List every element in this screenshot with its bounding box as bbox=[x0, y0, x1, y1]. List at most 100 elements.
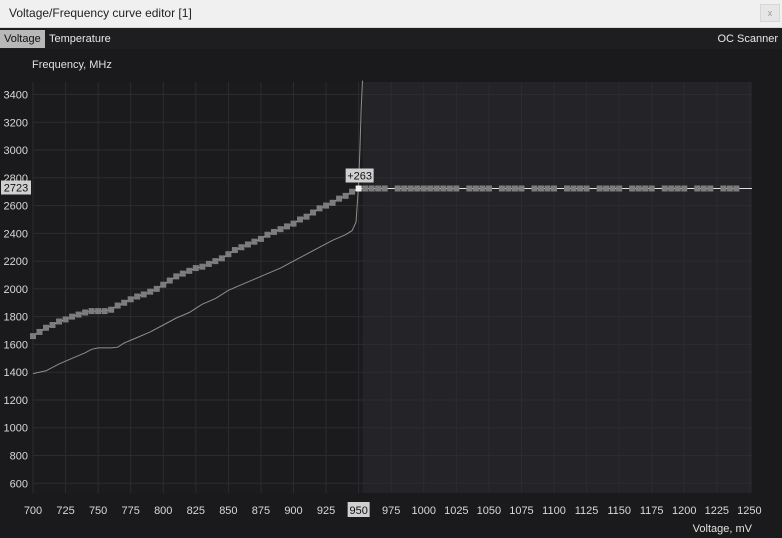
curve-point-handle[interactable] bbox=[407, 185, 414, 192]
curve-point-handle[interactable] bbox=[192, 265, 199, 272]
curve-point-handle[interactable] bbox=[49, 321, 56, 328]
curve-point-handle[interactable] bbox=[140, 291, 147, 298]
curve-point-handle[interactable] bbox=[205, 260, 212, 267]
curve-point-handle[interactable] bbox=[43, 324, 50, 331]
curve-point-handle[interactable] bbox=[349, 188, 356, 195]
curve-point-handle[interactable] bbox=[642, 185, 649, 192]
curve-point-handle[interactable] bbox=[564, 185, 571, 192]
curve-point-handle[interactable] bbox=[472, 185, 479, 192]
curve-point-handle[interactable] bbox=[707, 185, 714, 192]
curve-point-handle[interactable] bbox=[401, 185, 408, 192]
curve-point-handle[interactable] bbox=[446, 185, 453, 192]
curve-point-handle[interactable] bbox=[485, 185, 492, 192]
curve-point-handle[interactable] bbox=[179, 270, 186, 277]
curve-point-handle[interactable] bbox=[297, 216, 304, 223]
curve-point-handle[interactable] bbox=[427, 185, 434, 192]
curve-point-handle[interactable] bbox=[114, 302, 121, 309]
curve-point-handle[interactable] bbox=[56, 318, 63, 325]
curve-point-handle[interactable] bbox=[323, 202, 330, 209]
curve-point-handle[interactable] bbox=[375, 185, 382, 192]
curve-point-handle[interactable] bbox=[88, 308, 95, 315]
curve-point-handle[interactable] bbox=[238, 244, 245, 251]
curve-point-handle[interactable] bbox=[694, 185, 701, 192]
curve-point-handle[interactable] bbox=[310, 209, 317, 216]
curve-point-handle[interactable] bbox=[147, 288, 154, 295]
curve-point-handle[interactable] bbox=[153, 285, 160, 292]
curve-point-handle[interactable] bbox=[173, 273, 180, 280]
curve-point-handle[interactable] bbox=[681, 185, 688, 192]
curve-point-handle[interactable] bbox=[726, 185, 733, 192]
curve-point-handle[interactable] bbox=[166, 277, 173, 284]
curve-point-handle[interactable] bbox=[570, 185, 577, 192]
curve-point-handle[interactable] bbox=[69, 313, 76, 320]
curve-point-handle[interactable] bbox=[674, 185, 681, 192]
curve-point-handle[interactable] bbox=[30, 333, 36, 340]
curve-point-handle[interactable] bbox=[511, 185, 518, 192]
curve-point-handle[interactable] bbox=[551, 185, 558, 192]
curve-point-handle[interactable] bbox=[82, 309, 89, 316]
curve-point-handle[interactable] bbox=[381, 185, 388, 192]
curve-point-handle[interactable] bbox=[95, 308, 102, 315]
curve-point-handle[interactable] bbox=[420, 185, 427, 192]
curve-point-handle[interactable] bbox=[505, 185, 512, 192]
curve-point-handle[interactable] bbox=[336, 195, 343, 202]
curve-point-handle[interactable] bbox=[596, 185, 603, 192]
curve-point-handle[interactable] bbox=[577, 185, 584, 192]
curve-point-handle[interactable] bbox=[629, 185, 636, 192]
curve-point-handle[interactable] bbox=[635, 185, 642, 192]
curve-point-handle[interactable] bbox=[244, 241, 251, 248]
curve-point-handle[interactable] bbox=[290, 220, 297, 227]
curve-point-handle[interactable] bbox=[668, 185, 675, 192]
curve-point-handle[interactable] bbox=[251, 238, 258, 245]
curve-point-handle[interactable] bbox=[394, 185, 401, 192]
curve-point-handle[interactable] bbox=[583, 185, 590, 192]
curve-point-handle[interactable] bbox=[518, 185, 525, 192]
curve-point-handle[interactable] bbox=[218, 255, 225, 262]
curve-point-handle[interactable] bbox=[225, 251, 232, 258]
curve-point-handle[interactable] bbox=[264, 231, 271, 238]
curve-point-handle[interactable] bbox=[362, 185, 369, 192]
curve-point-handle[interactable] bbox=[720, 185, 727, 192]
curve-point-handle[interactable] bbox=[453, 185, 460, 192]
curve-point-handle[interactable] bbox=[479, 185, 486, 192]
curve-point-handle[interactable] bbox=[414, 185, 421, 192]
curve-point-handle[interactable] bbox=[316, 205, 323, 212]
vf-curve-chart[interactable]: 600 800 1000 1200 1400 1600 1800 2000 2200 2400 26… bbox=[0, 0, 782, 538]
curve-point-handle[interactable] bbox=[700, 185, 707, 192]
curve-point-handle[interactable] bbox=[733, 185, 740, 192]
curve-point-handle[interactable] bbox=[609, 185, 616, 192]
curve-point-handle[interactable] bbox=[199, 263, 206, 270]
curve-point-handle[interactable] bbox=[212, 258, 219, 265]
curve-point-handle[interactable] bbox=[342, 192, 349, 199]
curve-point-handle[interactable] bbox=[648, 185, 655, 192]
curve-point-handle[interactable] bbox=[186, 267, 193, 274]
selected-point-handle[interactable] bbox=[355, 185, 362, 192]
curve-point-handle[interactable] bbox=[257, 235, 264, 242]
curve-point-handle[interactable] bbox=[498, 185, 505, 192]
curve-point-handle[interactable] bbox=[661, 185, 668, 192]
curve-point-handle[interactable] bbox=[270, 228, 277, 235]
curve-point-handle[interactable] bbox=[531, 185, 538, 192]
curve-point-handle[interactable] bbox=[160, 281, 167, 288]
curve-point-handle[interactable] bbox=[537, 185, 544, 192]
curve-point-handle[interactable] bbox=[36, 328, 43, 335]
curve-point-handle[interactable] bbox=[231, 247, 238, 254]
curve-point-handle[interactable] bbox=[127, 296, 134, 303]
curve-point-handle[interactable] bbox=[440, 185, 447, 192]
curve-point-handle[interactable] bbox=[277, 226, 284, 233]
curve-point-handle[interactable] bbox=[603, 185, 610, 192]
curve-point-handle[interactable] bbox=[121, 299, 128, 306]
curve-point-handle[interactable] bbox=[62, 316, 69, 323]
curve-point-handle[interactable] bbox=[329, 199, 336, 206]
curve-point-handle[interactable] bbox=[433, 185, 440, 192]
curve-point-handle[interactable] bbox=[75, 311, 82, 318]
curve-point-handle[interactable] bbox=[303, 213, 310, 220]
curve-point-handle[interactable] bbox=[466, 185, 473, 192]
curve-point-handle[interactable] bbox=[108, 306, 115, 313]
curve-point-handle[interactable] bbox=[368, 185, 375, 192]
curve-point-handle[interactable] bbox=[283, 223, 290, 230]
curve-point-handle[interactable] bbox=[134, 293, 141, 300]
curve-point-handle[interactable] bbox=[616, 185, 623, 192]
curve-point-handle[interactable] bbox=[544, 185, 551, 192]
curve-point-handle[interactable] bbox=[101, 308, 108, 315]
